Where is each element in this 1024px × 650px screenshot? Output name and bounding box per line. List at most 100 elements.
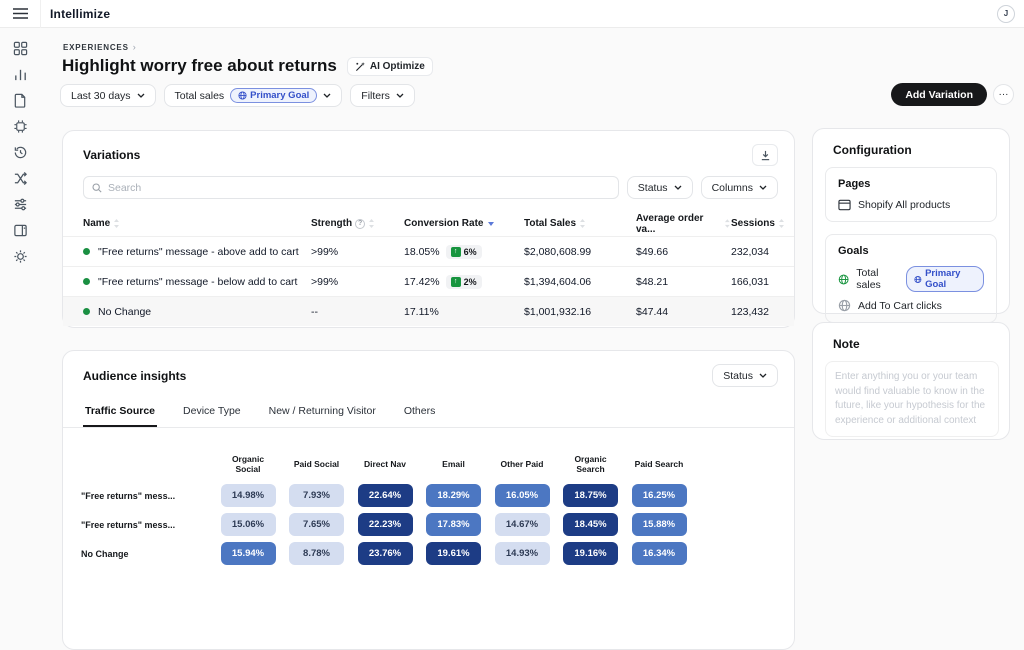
primary-goal-badge: Primary Goal xyxy=(230,88,317,103)
sessions-value: 123,432 xyxy=(731,306,794,318)
date-range-dropdown[interactable]: Last 30 days xyxy=(60,84,156,107)
tab-device-type[interactable]: Device Type xyxy=(181,401,243,427)
title-row: Highlight worry free about returns AI Op… xyxy=(62,56,433,76)
chevron-down-icon xyxy=(396,93,404,98)
primary-goal-row[interactable]: Total sales Primary Goal xyxy=(838,266,984,292)
table-row[interactable]: No Change -- 17.11% $1,001,932.16 $47.44… xyxy=(63,296,794,326)
sort-desc-icon xyxy=(488,222,494,226)
aov-value: $47.44 xyxy=(636,306,731,318)
table-row[interactable]: "Free returns" message - below add to ca… xyxy=(63,266,794,296)
gear-icon[interactable] xyxy=(8,248,32,264)
menu-icon[interactable] xyxy=(0,0,40,28)
primary-goal-label: Primary Goal xyxy=(250,90,309,101)
conversion-value: 17.11% xyxy=(404,306,439,318)
heatmap-column-header: Email xyxy=(426,459,481,473)
table-row[interactable]: "Free returns" message - above add to ca… xyxy=(63,236,794,266)
status-dot xyxy=(83,278,90,285)
note-panel: Note xyxy=(812,322,1010,440)
pages-icon[interactable] xyxy=(8,92,32,108)
app-logo[interactable]: Intellimize xyxy=(40,0,110,28)
column-header-conversion[interactable]: Conversion Rate xyxy=(404,218,524,229)
tab-new-returning-visitor[interactable]: New / Returning Visitor xyxy=(267,401,378,427)
user-avatar[interactable]: J xyxy=(997,5,1015,23)
heatmap-cell: 22.64% xyxy=(358,484,413,507)
heatmap-column-header: Direct Nav xyxy=(358,459,413,473)
sort-icon xyxy=(113,219,120,228)
chevron-down-icon xyxy=(674,185,682,190)
column-header-name[interactable]: Name xyxy=(83,218,311,229)
header-actions: Add Variation ··· xyxy=(891,83,1014,106)
variations-title: Variations xyxy=(83,148,140,162)
help-icon[interactable]: ? xyxy=(355,219,365,229)
column-header-aov[interactable]: Average order va... xyxy=(636,213,731,235)
audience-status-dropdown[interactable]: Status xyxy=(712,364,778,387)
search-box[interactable] xyxy=(83,176,619,199)
total-sales-value: $1,394,604.06 xyxy=(524,276,636,288)
note-textarea[interactable] xyxy=(825,361,999,437)
lift-badge: ↑6% xyxy=(446,245,482,259)
search-icon xyxy=(92,183,102,193)
secondary-goal-row[interactable]: Add To Cart clicks xyxy=(838,299,984,312)
tab-traffic-source[interactable]: Traffic Source xyxy=(83,401,157,427)
pages-value-row[interactable]: Shopify All products xyxy=(838,199,984,211)
history-icon[interactable] xyxy=(8,144,32,160)
variations-table: Name Strength ? Conversion Rate Total Sa… xyxy=(63,211,794,326)
heatmap-cell: 16.25% xyxy=(632,484,687,507)
strength-value: -- xyxy=(311,306,404,318)
globe-icon xyxy=(838,299,851,312)
heatmap-cell: 16.34% xyxy=(632,542,687,565)
note-title: Note xyxy=(833,337,1009,351)
more-options-button[interactable]: ··· xyxy=(993,84,1014,105)
total-sales-value: $2,080,608.99 xyxy=(524,246,636,258)
table-header-row: Name Strength ? Conversion Rate Total Sa… xyxy=(63,211,794,236)
sessions-value: 166,031 xyxy=(731,276,794,288)
column-header-total-sales[interactable]: Total Sales xyxy=(524,218,636,229)
status-dot xyxy=(83,308,90,315)
page-title: Highlight worry free about returns xyxy=(62,56,337,76)
heatmap-cell: 15.06% xyxy=(221,513,276,536)
lift-badge: ↑2% xyxy=(446,275,482,289)
total-sales-value: $1,001,932.16 xyxy=(524,306,636,318)
variation-name: No Change xyxy=(98,306,151,318)
conversion-value: 17.42% xyxy=(404,276,440,288)
ai-chip-icon[interactable] xyxy=(8,118,32,134)
search-input[interactable] xyxy=(108,182,610,194)
dashboard-icon[interactable] xyxy=(8,40,32,56)
sparkle-wand-icon xyxy=(355,61,366,72)
aov-value: $49.66 xyxy=(636,246,731,258)
heatmap-cell: 18.29% xyxy=(426,484,481,507)
filters-dropdown[interactable]: Filters xyxy=(350,84,415,107)
chevron-down-icon xyxy=(759,373,767,378)
heatmap-row-label: "Free returns" mess... xyxy=(81,491,207,501)
strength-value: >99% xyxy=(311,246,404,258)
column-header-sessions[interactable]: Sessions xyxy=(731,218,794,229)
conversion-value: 18.05% xyxy=(404,246,440,258)
heatmap-cell: 14.67% xyxy=(495,513,550,536)
heatmap-cell: 19.16% xyxy=(563,542,618,565)
add-variation-button[interactable]: Add Variation xyxy=(891,83,987,106)
download-button[interactable] xyxy=(752,144,778,166)
strength-value: >99% xyxy=(311,276,404,288)
configuration-title: Configuration xyxy=(833,143,1009,157)
chevron-down-icon xyxy=(137,93,145,98)
columns-label: Columns xyxy=(712,182,753,194)
sliders-icon[interactable] xyxy=(8,196,32,212)
heatmap-cell: 15.94% xyxy=(221,542,276,565)
primary-goal-name: Total sales xyxy=(856,267,899,291)
pages-value: Shopify All products xyxy=(858,199,950,211)
goals-label: Goals xyxy=(838,245,984,257)
aov-value: $48.21 xyxy=(636,276,731,288)
analytics-icon[interactable] xyxy=(8,66,32,82)
report-icon[interactable] xyxy=(8,222,32,238)
globe-icon xyxy=(238,91,247,100)
browser-icon xyxy=(838,199,851,211)
column-header-strength[interactable]: Strength ? xyxy=(311,218,404,229)
columns-dropdown[interactable]: Columns xyxy=(701,176,778,199)
tab-others[interactable]: Others xyxy=(402,401,438,427)
goal-dropdown[interactable]: Total sales Primary Goal xyxy=(164,84,343,107)
status-dropdown[interactable]: Status xyxy=(627,176,693,199)
ab-test-icon[interactable] xyxy=(8,170,32,186)
lift-up-icon: ↑ xyxy=(451,277,461,287)
breadcrumb[interactable]: EXPERIENCES › xyxy=(63,42,137,52)
heatmap-column-header: Paid Search xyxy=(632,459,687,473)
